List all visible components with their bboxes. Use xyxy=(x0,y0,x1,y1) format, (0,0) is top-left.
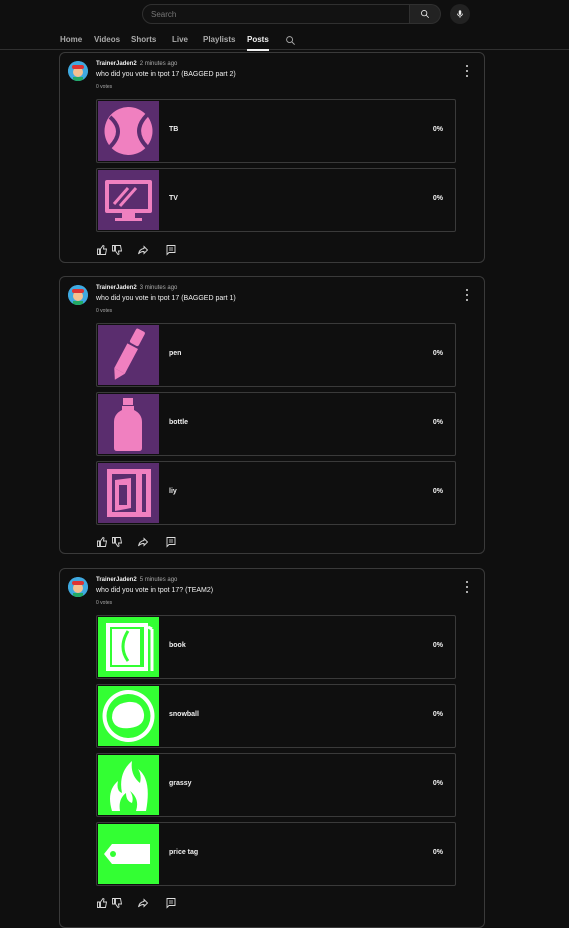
tab-live[interactable]: Live xyxy=(172,35,188,44)
share-button[interactable] xyxy=(137,243,149,255)
comment-button[interactable] xyxy=(165,243,177,256)
post-card: TrainerJaden2 2 minutes ago who did you v… xyxy=(59,52,485,263)
poll-option[interactable]: TB 0% xyxy=(96,99,456,163)
share-icon xyxy=(138,245,149,255)
post-time: 5 minutes ago xyxy=(139,577,178,583)
dislike-button[interactable] xyxy=(111,896,123,909)
search-icon xyxy=(421,10,430,19)
snowball-icon xyxy=(98,686,159,746)
post-card: TrainerJaden2 5 minutes ago who did you v… xyxy=(59,568,485,928)
tab-posts[interactable]: Posts xyxy=(247,35,269,51)
poll-option-label: TB xyxy=(169,126,179,133)
grassy-icon xyxy=(98,755,159,815)
poll-option[interactable]: pen 0% xyxy=(96,323,456,387)
vote-count: 0 votes xyxy=(96,84,113,90)
comment-icon xyxy=(166,898,176,909)
share-button[interactable] xyxy=(137,535,149,547)
thumbs-down-icon xyxy=(112,245,123,256)
dislike-button[interactable] xyxy=(111,535,123,548)
liy-icon xyxy=(98,463,159,523)
poll-option[interactable]: liy 0% xyxy=(96,461,456,525)
avatar[interactable] xyxy=(68,577,88,597)
price-tag-icon xyxy=(98,824,159,884)
post-author[interactable]: TrainerJaden2 3 minutes ago xyxy=(96,285,177,291)
post-title: who did you vote in tpot 17 (BAGGED part… xyxy=(96,295,236,302)
poll-option-label: price tag xyxy=(169,849,199,856)
post-author[interactable]: TrainerJaden2 5 minutes ago xyxy=(96,577,177,583)
poll-option-percent: 0% xyxy=(432,642,443,649)
more-options-button[interactable] xyxy=(464,289,470,301)
tab-home[interactable]: Home xyxy=(60,35,82,44)
search-button[interactable] xyxy=(410,4,441,24)
search-box xyxy=(142,4,441,24)
poll-option-percent: 0% xyxy=(432,780,443,787)
poll-option-label: liy xyxy=(169,488,177,495)
like-button[interactable] xyxy=(96,896,108,908)
poll-option[interactable]: book 0% xyxy=(96,615,456,679)
top-bar xyxy=(0,0,569,30)
like-button[interactable] xyxy=(96,243,108,255)
more-options-button[interactable] xyxy=(464,581,470,593)
poll-option-percent: 0% xyxy=(432,195,443,202)
microphone-icon xyxy=(457,10,463,18)
book-icon xyxy=(98,617,159,677)
poll-option-percent: 0% xyxy=(432,419,443,426)
share-icon xyxy=(138,898,149,908)
poll-option-label: TV xyxy=(169,195,178,202)
tab-videos[interactable]: Videos xyxy=(94,35,120,44)
thumbs-up-icon xyxy=(97,536,108,547)
dislike-button[interactable] xyxy=(111,243,123,256)
more-options-button[interactable] xyxy=(464,65,470,77)
poll-option[interactable]: grassy 0% xyxy=(96,753,456,817)
comment-button[interactable] xyxy=(165,896,177,909)
poll-option-label: pen xyxy=(169,350,182,357)
tab-shorts[interactable]: Shorts xyxy=(131,35,156,44)
post-card: TrainerJaden2 3 minutes ago who did you v… xyxy=(59,276,485,554)
poll-option-percent: 0% xyxy=(432,849,443,856)
poll-option[interactable]: TV 0% xyxy=(96,168,456,232)
comment-icon xyxy=(166,537,176,548)
poll-option-label: bottle xyxy=(169,419,189,426)
share-button[interactable] xyxy=(137,896,149,908)
thumbs-up-icon xyxy=(97,897,108,908)
tv-icon xyxy=(98,170,159,230)
search-icon xyxy=(286,36,295,45)
share-icon xyxy=(138,537,149,547)
thumbs-up-icon xyxy=(97,244,108,255)
poll-option-label: snowball xyxy=(169,711,199,718)
poll-option[interactable]: bottle 0% xyxy=(96,392,456,456)
post-title: who did you vote in tpot 17? (TEAM2) xyxy=(96,587,214,594)
tab-search-button[interactable] xyxy=(285,33,296,51)
tab-playlists[interactable]: Playlists xyxy=(203,35,235,44)
like-button[interactable] xyxy=(96,535,108,547)
poll-option-percent: 0% xyxy=(432,126,443,133)
channel-tabs: Home Videos Shorts Live Playlists Posts xyxy=(0,30,569,51)
thumbs-down-icon xyxy=(112,898,123,909)
poll-option[interactable]: price tag 0% xyxy=(96,822,456,886)
post-time: 2 minutes ago xyxy=(139,61,178,67)
poll-option-percent: 0% xyxy=(432,350,443,357)
tennis-ball-icon xyxy=(98,101,159,161)
poll-option[interactable]: snowball 0% xyxy=(96,684,456,748)
poll-option-label: book xyxy=(169,642,186,649)
poll-option-percent: 0% xyxy=(432,711,443,718)
avatar[interactable] xyxy=(68,285,88,305)
comment-button[interactable] xyxy=(165,535,177,548)
vote-count: 0 votes xyxy=(96,308,113,314)
avatar[interactable] xyxy=(68,61,88,81)
vote-count: 0 votes xyxy=(96,600,113,606)
post-author[interactable]: TrainerJaden2 2 minutes ago xyxy=(96,61,177,67)
poll-option-label: grassy xyxy=(169,780,192,787)
comment-icon xyxy=(166,245,176,256)
voice-search-button[interactable] xyxy=(450,4,470,24)
post-time: 3 minutes ago xyxy=(139,285,178,291)
bottle-icon xyxy=(98,394,159,454)
pen-icon xyxy=(98,325,159,385)
search-input[interactable] xyxy=(142,4,410,24)
poll-option-percent: 0% xyxy=(432,488,443,495)
thumbs-down-icon xyxy=(112,537,123,548)
post-title: who did you vote in tpot 17 (BAGGED part… xyxy=(96,71,236,78)
